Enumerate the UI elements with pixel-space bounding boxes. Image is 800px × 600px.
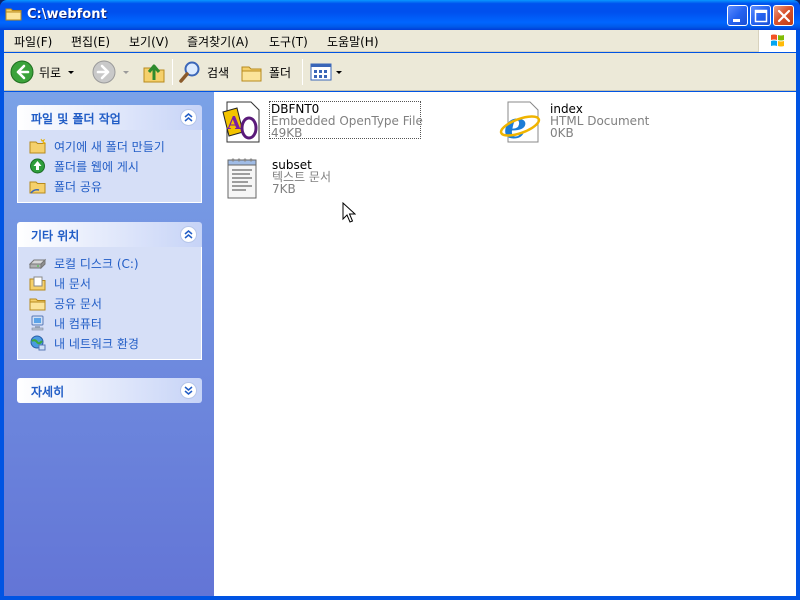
menu-tools[interactable]: 도구(T) [269,33,308,50]
file-list-view[interactable]: A DBFNT0 Embedded OpenType File 49KB e i… [214,92,796,596]
standard-toolbar: 뒤로 검색 폴더 [4,53,796,91]
task-new-folder[interactable]: 여기에 새 폴더 만들기 [18,136,201,156]
file-item[interactable]: e index HTML Document 0KB [498,98,698,146]
svg-text:A: A [226,113,242,134]
shared-documents-icon [29,298,46,311]
task-label: 폴더를 웹에 게시 [54,159,139,174]
collapse-button[interactable] [180,109,197,126]
eot-font-icon: A [222,101,260,143]
task-label: 여기에 새 폴더 만들기 [54,139,165,154]
place-my-documents[interactable]: 내 문서 [18,273,201,293]
group-body: 로컬 디스크 (C:) 내 문서 공유 문서 내 컴퓨터 내 네트워크 환경 [17,247,202,360]
task-label: 폴더 공유 [54,179,102,194]
up-button[interactable] [142,58,166,86]
place-my-computer[interactable]: 내 컴퓨터 [18,313,201,333]
maximize-button[interactable] [750,5,771,26]
file-size: 0KB [550,126,574,140]
place-shared-documents[interactable]: 공유 문서 [18,293,201,313]
mouse-cursor-icon [342,202,356,223]
window-frame-left[interactable] [0,30,4,600]
back-dropdown-icon[interactable] [68,70,75,74]
file-folder-tasks-group: 파일 및 폴더 작업 여기에 새 폴더 만들기 폴더를 웹에 게시 폴더 공유 [17,105,202,203]
search-icon [179,61,200,83]
expand-button[interactable] [180,382,197,399]
views-button[interactable] [309,58,342,86]
menu-edit[interactable]: 편집(E) [71,33,110,50]
menu-view[interactable]: 보기(V) [129,33,169,50]
group-title: 파일 및 폴더 작업 [31,112,121,126]
views-icon [310,63,332,81]
notepad-text-icon [227,158,257,199]
other-places-header[interactable]: 기타 위치 [17,222,202,247]
file-size: 7KB [272,182,296,196]
file-size: 49KB [271,126,303,140]
forward-arrow-icon [92,60,116,84]
chevron-down-double-icon [184,386,193,395]
search-button[interactable]: 검색 [178,58,229,86]
folder-up-icon [143,64,165,83]
views-dropdown-icon[interactable] [336,70,342,74]
task-pane: 파일 및 폴더 작업 여기에 새 폴더 만들기 폴더를 웹에 게시 폴더 공유 … [4,92,214,596]
group-title: 자세히 [31,385,65,399]
close-icon [777,9,791,23]
place-local-disk[interactable]: 로컬 디스크 (C:) [18,253,201,273]
task-publish-web[interactable]: 폴더를 웹에 게시 [18,156,201,176]
local-disk-icon [29,258,46,270]
menu-file[interactable]: 파일(F) [14,33,52,50]
window-title: C:\webfont [27,7,107,22]
menu-bar: 파일(F) 편집(E) 보기(V) 즐겨찾기(A) 도구(T) 도움말(H) [4,30,796,52]
chevron-up-double-icon [184,113,193,122]
maximize-icon [754,9,768,23]
window-frame-right[interactable] [796,30,800,600]
place-label: 내 네트워크 환경 [54,336,139,351]
close-button[interactable] [773,5,794,26]
windows-flag-icon [771,34,784,47]
file-item[interactable]: A DBFNT0 Embedded OpenType File 49KB [219,98,439,146]
minimize-icon [733,19,740,22]
place-label: 로컬 디스크 (C:) [54,256,139,271]
search-label: 검색 [207,65,230,80]
toolbar-separator [172,59,173,85]
file-folder-tasks-header[interactable]: 파일 및 폴더 작업 [17,105,202,130]
title-bar[interactable]: C:\webfont [0,0,800,30]
back-arrow-icon [10,60,34,84]
forward-button[interactable] [92,58,129,86]
details-header[interactable]: 자세히 [17,378,202,403]
place-label: 내 문서 [54,276,91,291]
folders-button[interactable]: 폴더 [240,58,291,86]
my-computer-icon [31,315,44,331]
explorer-window: C:\webfont 파일(F) 편집(E) 보기(V) 즐겨찾기(A) 도구(… [0,0,800,600]
chevron-up-double-icon [184,230,193,239]
details-group: 자세히 [17,378,202,403]
new-folder-icon [29,138,46,154]
menu-help[interactable]: 도움말(H) [327,33,379,50]
my-documents-icon [29,276,46,291]
place-label: 내 컴퓨터 [54,316,102,331]
back-button[interactable]: 뒤로 [10,58,75,86]
windows-logo [758,30,796,52]
place-label: 공유 문서 [54,296,102,311]
file-item[interactable]: subset 텍스트 문서 7KB [220,154,420,202]
folders-icon [241,66,262,82]
menu-favorites[interactable]: 즐겨찾기(A) [187,33,249,50]
minimize-button[interactable] [727,5,748,26]
back-label: 뒤로 [39,65,62,80]
other-places-group: 기타 위치 로컬 디스크 (C:) 내 문서 공유 문서 내 컴퓨터 내 네트워… [17,222,202,360]
group-body: 여기에 새 폴더 만들기 폴더를 웹에 게시 폴더 공유 [17,130,202,203]
place-my-network[interactable]: 내 네트워크 환경 [18,333,201,353]
toolbar-separator [302,59,303,85]
group-title: 기타 위치 [31,229,80,243]
share-folder-icon [29,181,46,194]
task-share-folder[interactable]: 폴더 공유 [18,176,201,196]
forward-dropdown-icon[interactable] [123,70,129,74]
publish-web-icon [30,158,45,174]
collapse-button[interactable] [180,226,197,243]
window-frame-bottom[interactable] [0,596,800,600]
folder-icon [5,8,22,21]
my-network-icon [30,335,46,351]
folders-label: 폴더 [269,65,292,80]
ie-html-icon: e [499,101,541,146]
